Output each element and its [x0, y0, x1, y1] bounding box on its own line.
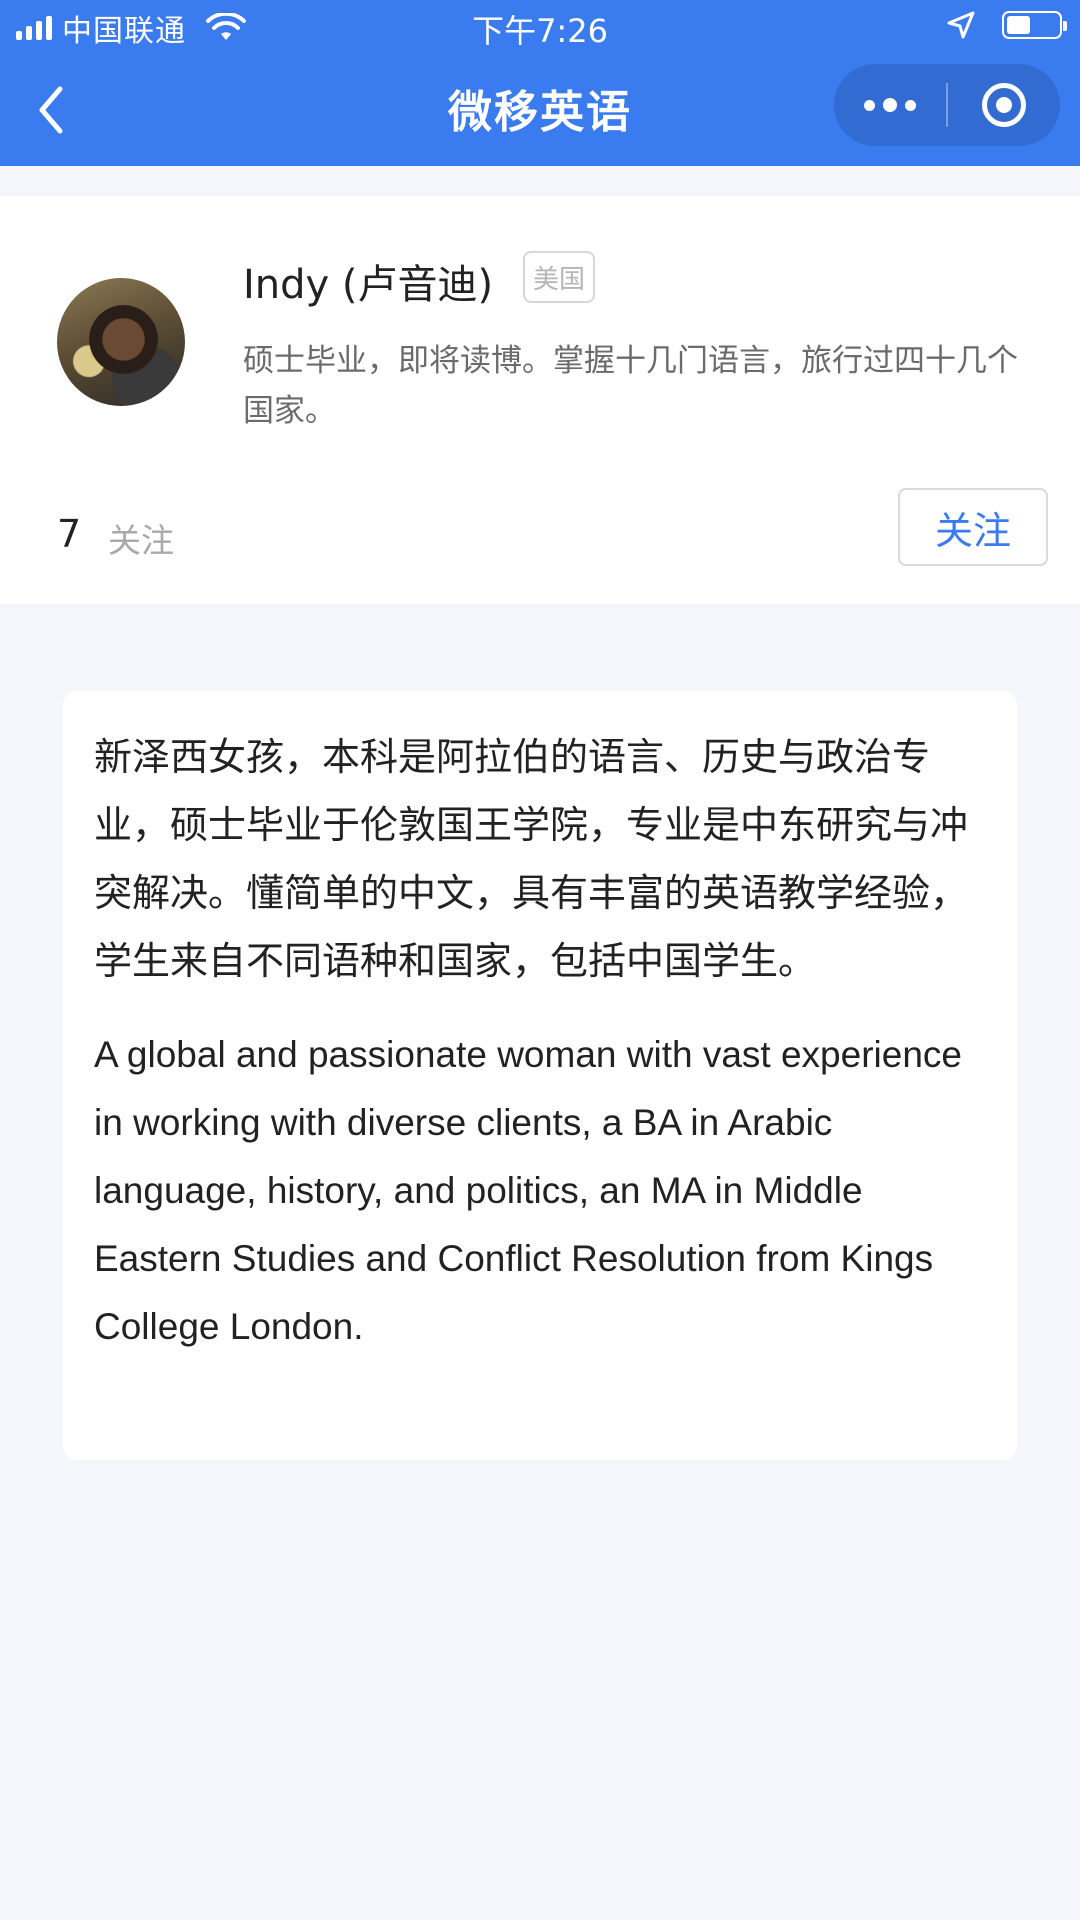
more-button[interactable]: [834, 64, 946, 146]
status-right: [946, 10, 1067, 40]
more-icon: [864, 99, 875, 111]
avatar: [57, 278, 185, 406]
bio-chinese: 新泽西女孩，本科是阿拉伯的语言、历史与政治专业，硕士毕业于伦敦国王学院，专业是中…: [94, 735, 969, 983]
follow-button[interactable]: 关注: [898, 488, 1048, 566]
country-badge: 美国: [523, 251, 596, 303]
location-icon: [947, 11, 975, 39]
teacher-bio-card: 新泽西女孩，本科是阿拉伯的语言、历史与政治专业，硕士毕业于伦敦国王学院，专业是中…: [63, 691, 1017, 1460]
follow-count-label: 关注: [108, 521, 174, 560]
teacher-profile-card: Indy (卢音迪) 美国 硕士毕业，即将读博。掌握十几门语言，旅行过四十几个国…: [0, 196, 1080, 604]
battery-icon: [1002, 11, 1067, 39]
close-miniprogram-icon: [982, 83, 1026, 127]
status-bar: 中国联通 下午7:26: [0, 0, 1080, 54]
bio-english: A global and passionate woman with vast …: [94, 1034, 962, 1347]
status-time: 下午7:26: [472, 12, 608, 50]
follow-count: 7: [57, 512, 82, 556]
teacher-name: Indy (卢音迪): [243, 262, 494, 308]
miniprogram-capsule: [834, 64, 1060, 146]
close-miniprogram-button[interactable]: [948, 64, 1060, 146]
teacher-headline: 硕士毕业，即将读博。掌握十几门语言，旅行过四十几个国家。: [243, 343, 1018, 429]
nav-bar: 微移英语: [0, 54, 1080, 166]
top-bar: 中国联通 下午7:26 微移英语: [0, 0, 1080, 166]
